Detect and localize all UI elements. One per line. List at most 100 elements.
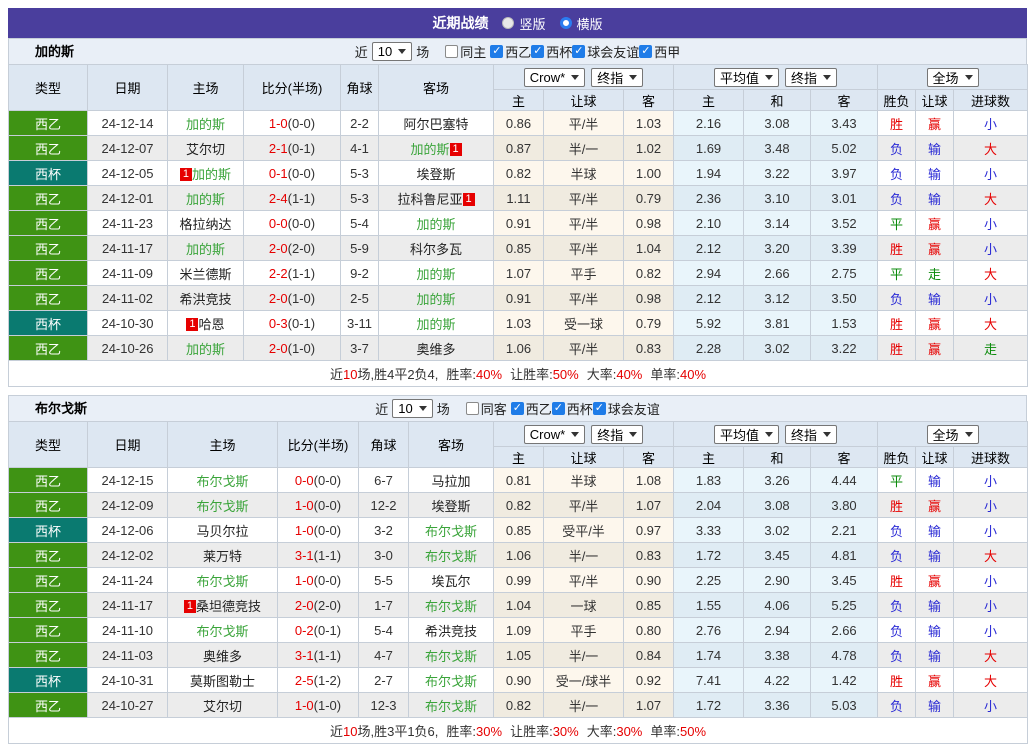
match-row: 西乙 24-11-23 格拉纳达 0-0(0-0) 5-4 加的斯 0.91 平/半 0.98 2… (8, 210, 1029, 236)
league-checkbox[interactable]: 球会友谊 (572, 42, 639, 61)
corner-cell: 12-3 (358, 692, 409, 718)
match-row: 西乙 24-11-03 奥维多 3-1(1-1) 4-7 布尔戈斯 1.05 半/一 0.84 1… (8, 642, 1029, 668)
checkbox-icon[interactable] (572, 45, 586, 58)
odds-source-select[interactable]: Crow* (523, 67, 586, 87)
same-venue-checkbox[interactable]: 同主 (445, 42, 486, 61)
layout-radio-horizontal[interactable]: 横版 (559, 14, 603, 33)
odds-source-select[interactable]: Crow* (523, 424, 586, 444)
checkbox-icon[interactable] (531, 45, 545, 58)
team-label: 希洪竞技 (424, 623, 477, 639)
checkbox-icon[interactable] (465, 402, 479, 415)
final-odds-select-2[interactable]: 终指 (785, 67, 838, 87)
league-checkbox[interactable]: 西杯 (551, 399, 593, 418)
halftime-score: (2-0) (287, 240, 316, 256)
team-label: 阿尔巴塞特 (403, 116, 469, 132)
summary-stat-label: 胜率: (446, 724, 477, 739)
avg-odds-select[interactable]: 平均值 (714, 67, 780, 87)
odds-line-cell: 一球 (543, 592, 624, 618)
date-cell: 24-11-23 (87, 210, 168, 236)
odds-line-cell: 受一/球半 (543, 667, 624, 693)
checkbox-icon[interactable] (592, 402, 606, 415)
summary-row: 近10场,胜4平2负4, 胜率:40% 让胜率:50% 大率:40% 单率:40% (7, 360, 1029, 387)
date-cell: 24-10-27 (87, 692, 168, 718)
recent-count-select[interactable]: 10 (371, 42, 413, 61)
away-team-cell: 埃登斯 (408, 492, 494, 518)
summary-record: 场,胜3平1负6, (357, 724, 439, 739)
team-label: 埃登斯 (431, 498, 471, 514)
competition-type-cell: 西乙 (8, 467, 88, 493)
competition-type-cell: 西杯 (8, 517, 88, 543)
league-checkbox[interactable]: 西甲 (639, 42, 680, 61)
avg-away-cell: 3.43 (810, 110, 879, 136)
team-sections-container: 加的斯 近 10 场 同主 西乙西杯球会友谊西甲 类型 (7, 38, 1029, 744)
odds-away-cell: 0.92 (622, 667, 675, 693)
final-odds-select[interactable]: 终指 (591, 67, 644, 87)
red-card-badge: 1 (186, 317, 199, 331)
avg-draw-cell: 3.22 (743, 160, 812, 186)
odds-line-cell: 半球 (543, 467, 624, 493)
home-team-cell: 加的斯 (167, 110, 244, 136)
recent-count-select[interactable]: 10 (392, 399, 433, 418)
home-team-cell: 艾尔切 (167, 135, 244, 161)
odds-line-cell: 平/半 (543, 185, 624, 211)
layout-radio-vertical[interactable]: 竖版 (502, 14, 546, 33)
score-cell: 1-0(1-0) (277, 692, 359, 718)
odds-home-cell: 1.06 (493, 542, 544, 568)
avg-odds-select[interactable]: 平均值 (714, 424, 780, 444)
final-odds-select-2[interactable]: 终指 (785, 424, 838, 444)
recent-prefix-label: 近 (375, 402, 389, 417)
score-cell: 0-1(0-0) (243, 160, 341, 186)
league-checkbox[interactable]: 西杯 (531, 42, 572, 61)
winloss-result-cell: 胜 (877, 335, 917, 361)
away-team-cell: 希洪竞技 (408, 617, 494, 643)
radio-unchecked-icon[interactable] (502, 17, 515, 29)
home-team-cell: 加的斯 (167, 235, 244, 261)
odds-home-cell: 0.99 (493, 567, 544, 593)
avg-draw-cell: 3.26 (743, 467, 812, 493)
fulltime-score: 1-0 (294, 697, 314, 713)
match-row: 西乙 24-12-15 布尔戈斯 0-0(0-0) 6-7 马拉加 0.81 半球 1.08 1.… (8, 467, 1029, 493)
odds-home-cell: 0.81 (493, 467, 544, 493)
date-cell: 24-12-15 (87, 467, 168, 493)
goals-result-cell: 小 (953, 617, 1029, 643)
league-checkbox[interactable]: 球会友谊 (592, 399, 660, 418)
odds-line-cell: 平/半 (543, 492, 624, 518)
team-label: 马拉加 (431, 473, 471, 489)
results-table: 类型 日期 主场 比分(半场) 角球 客场 Crow* 终指 平均值 终指 全场… (7, 64, 1029, 387)
same-venue-checkbox[interactable]: 同客 (465, 399, 507, 418)
league-checkbox-label: 球会友谊 (587, 45, 640, 60)
odds-away-cell: 1.04 (622, 235, 675, 261)
corner-cell: 4-7 (358, 642, 409, 668)
winloss-result-cell: 平 (877, 260, 917, 286)
away-team-cell: 布尔戈斯 (408, 542, 494, 568)
handicap-result-cell: 输 (915, 542, 955, 568)
avg-away-cell: 5.02 (810, 135, 879, 161)
handicap-result-cell: 输 (915, 160, 955, 186)
fulltime-select[interactable]: 全场 (926, 424, 979, 444)
odds-line-cell: 半/一 (543, 692, 624, 718)
home-team-cell: 格拉纳达 (167, 210, 244, 236)
away-team-cell: 加的斯 (378, 260, 494, 286)
match-row: 西杯 24-12-06 马贝尔拉 1-0(0-0) 3-2 布尔戈斯 0.85 受平/半 0.9… (8, 517, 1029, 543)
checkbox-icon[interactable] (490, 45, 504, 58)
team-label: 埃瓦尔 (431, 573, 471, 589)
radio-checked-icon[interactable] (559, 17, 572, 29)
subheader-goals: 进球数 (953, 89, 1029, 111)
league-checkbox[interactable]: 西乙 (490, 42, 531, 61)
league-checkbox[interactable]: 西乙 (510, 399, 552, 418)
score-cell: 0-2(0-1) (277, 617, 359, 643)
checkbox-icon[interactable] (445, 45, 459, 58)
league-checkboxes: 西乙西杯球会友谊西甲 (490, 42, 680, 61)
final-odds-select[interactable]: 终指 (591, 424, 644, 444)
checkbox-icon[interactable] (510, 402, 524, 415)
avg-home-cell: 2.94 (673, 260, 745, 286)
fulltime-score: 2-0 (268, 290, 288, 306)
match-row: 西乙 24-11-17 1 桑坦德竞技 2-0(2-0) 1-7 布尔戈斯 1.04 一球 0.8… (8, 592, 1029, 618)
odds-home-cell: 0.82 (493, 160, 544, 186)
checkbox-icon[interactable] (639, 45, 653, 58)
fulltime-select[interactable]: 全场 (926, 67, 979, 87)
home-team-cell: 莱万特 (167, 542, 278, 568)
summary-stat-value: 30% (476, 724, 503, 739)
checkbox-icon[interactable] (551, 402, 565, 415)
team-label: 布尔戈斯 (196, 473, 249, 489)
